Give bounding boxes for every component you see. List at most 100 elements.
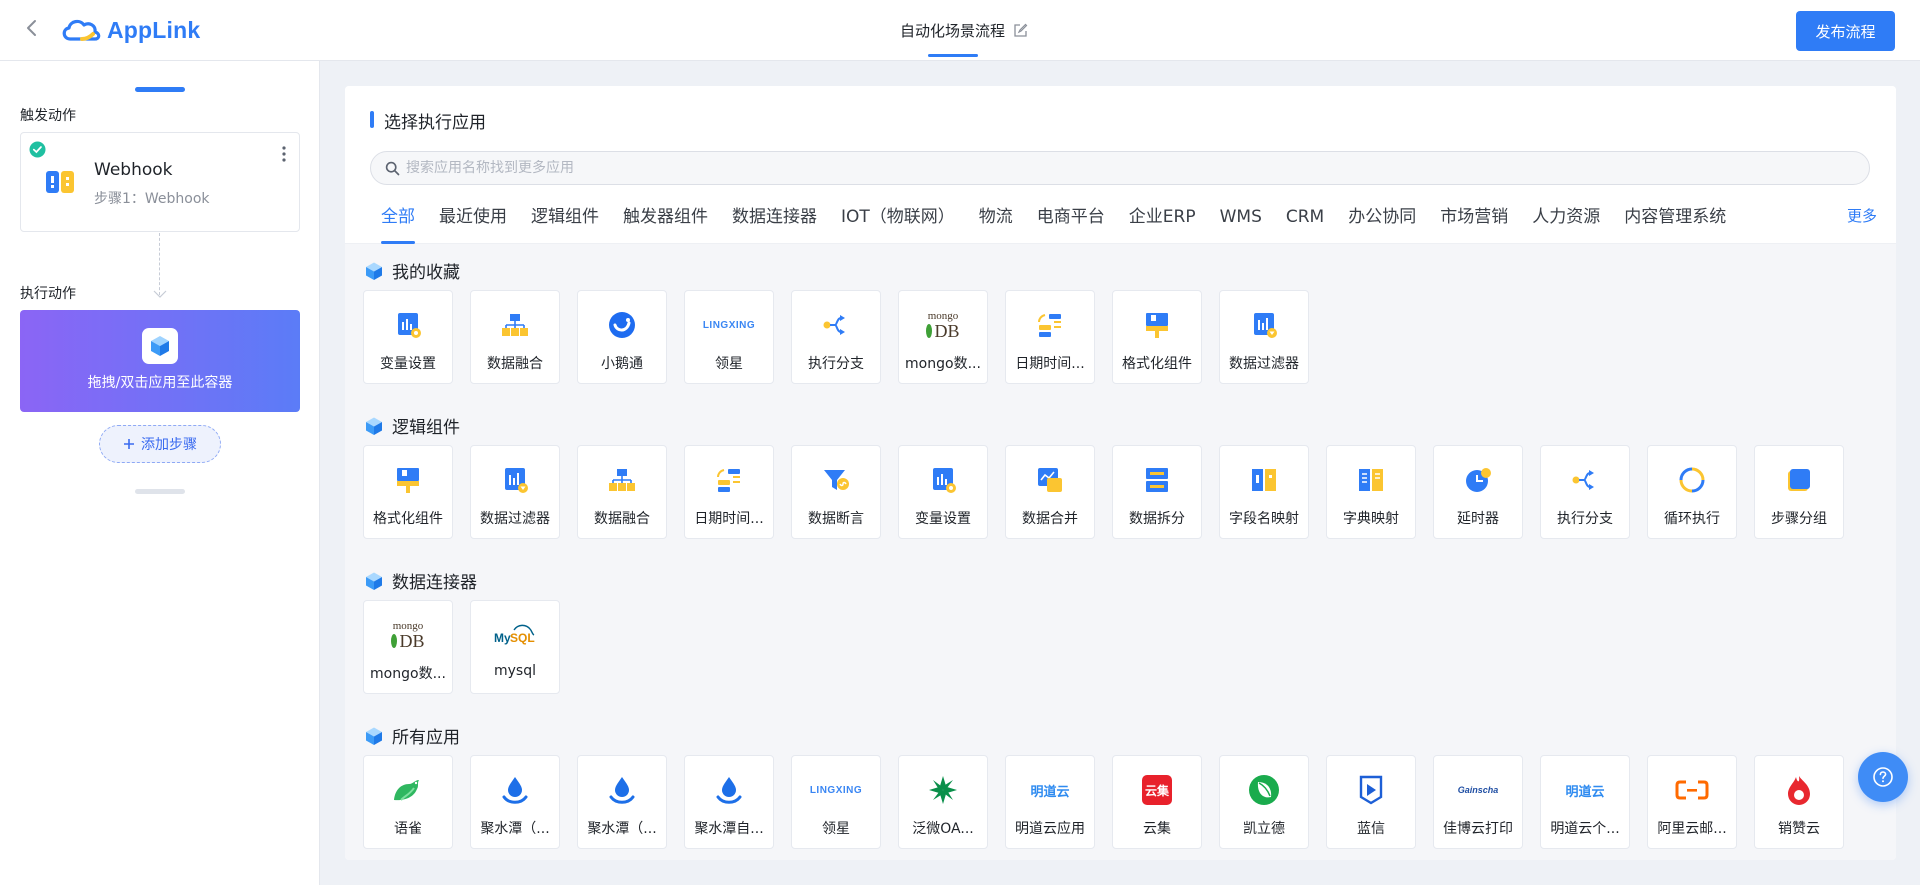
app-tile-label: 步骤分组 (1771, 511, 1827, 527)
group-title-connectors: 数据连接器 (364, 568, 477, 593)
mingdao-logo: 明道云 (1541, 772, 1629, 808)
app-tile-label: 凯立德 (1243, 821, 1285, 837)
app-tile-label: mysql (494, 663, 536, 679)
app-tile[interactable]: 变量设置 (363, 290, 453, 384)
filter-icon (471, 462, 559, 498)
logo-text: mongo DB (926, 309, 960, 341)
app-tile[interactable]: 数据拆分 (1112, 445, 1202, 539)
add-step-button[interactable]: 添加步骤 (99, 425, 221, 463)
app-tile[interactable]: mongo DB mongo数... (898, 290, 988, 384)
weaver-logo (899, 772, 987, 808)
app-tile[interactable]: 数据融合 (577, 445, 667, 539)
tab-11[interactable]: 办公协同 (1336, 204, 1428, 244)
app-tile[interactable]: 蓝信 (1326, 755, 1416, 849)
applink-logo[interactable]: AppLink (60, 14, 200, 46)
exec-section-label: 执行动作 (20, 286, 76, 302)
app-tile[interactable]: 日期时间... (684, 445, 774, 539)
app-search-box[interactable] (370, 151, 1870, 185)
exec-drop-container[interactable]: 拖拽/双击应用至此容器 (20, 310, 300, 412)
cloud-logo-icon (62, 19, 101, 41)
app-tile-label: 循环执行 (1664, 511, 1720, 527)
tab-0[interactable]: 全部 (370, 204, 427, 244)
app-tile-label: 数据融合 (594, 511, 650, 527)
app-tile-label: 变量设置 (915, 511, 971, 527)
app-tile[interactable]: 明道云 明道云个... (1540, 755, 1630, 849)
tab-1[interactable]: 最近使用 (427, 204, 519, 244)
yunji-logo: 云集 (1113, 772, 1201, 808)
app-tile[interactable]: 数据过滤器 (1219, 290, 1309, 384)
tab-4[interactable]: 数据连接器 (720, 204, 829, 244)
app-tile[interactable]: 泛微OA... (898, 755, 988, 849)
app-tile[interactable]: 阿里云邮... (1647, 755, 1737, 849)
app-tile-label: 领星 (822, 821, 850, 837)
more-categories-link[interactable]: 更多 (1847, 205, 1877, 226)
app-tile-label: 泛微OA... (912, 821, 974, 837)
app-tile[interactable]: 数据融合 (470, 290, 560, 384)
edit-icon[interactable] (1013, 23, 1028, 38)
tab-6[interactable]: 物流 (967, 204, 1025, 244)
group-icon (1755, 462, 1843, 498)
app-tile[interactable]: 销赞云 (1754, 755, 1844, 849)
tab-7[interactable]: 电商平台 (1025, 204, 1117, 244)
app-tile[interactable]: 执行分支 (791, 290, 881, 384)
back-arrow-icon[interactable] (22, 18, 42, 38)
app-search-input[interactable] (406, 160, 1846, 176)
bottom-drag-handle[interactable] (135, 489, 185, 494)
app-tile[interactable]: 聚水潭（... (470, 755, 560, 849)
app-selector-header: 选择执行应用 全部最近使用逻辑组件触发器组件数据连接器IOT（物联网）物流电商平… (345, 86, 1896, 244)
app-tile[interactable]: 数据断言 (791, 445, 881, 539)
app-tile[interactable]: 字段名映射 (1219, 445, 1309, 539)
app-tile[interactable]: 明道云 明道云应用 (1005, 755, 1095, 849)
app-tile[interactable]: 步骤分组 (1754, 445, 1844, 539)
tab-3[interactable]: 触发器组件 (611, 204, 720, 244)
app-tile-label: 字典映射 (1343, 511, 1399, 527)
app-tile[interactable]: 聚水潭（... (577, 755, 667, 849)
group-title-text: 数据连接器 (392, 573, 477, 593)
variable-icon (899, 462, 987, 498)
tab-9[interactable]: WMS (1208, 204, 1274, 244)
app-tile[interactable]: 云集 云集 (1112, 755, 1202, 849)
app-tile[interactable]: LINGXING 领星 (684, 290, 774, 384)
app-tile[interactable]: 聚水潭自... (684, 755, 774, 849)
tab-8[interactable]: 企业ERP (1117, 204, 1208, 244)
app-tile[interactable]: 延时器 (1433, 445, 1523, 539)
app-tile[interactable]: mongo DB mongo数... (363, 600, 453, 694)
app-tile[interactable]: 语雀 (363, 755, 453, 849)
app-tile[interactable]: 格式化组件 (363, 445, 453, 539)
app-tile[interactable]: 格式化组件 (1112, 290, 1202, 384)
help-button[interactable] (1858, 752, 1908, 802)
app-tile-label: 明道云应用 (1015, 821, 1085, 837)
branch-icon (792, 307, 880, 343)
tab-13[interactable]: 人力资源 (1520, 204, 1612, 244)
svg-text:My: My (494, 631, 511, 645)
app-tile[interactable]: 数据合并 (1005, 445, 1095, 539)
flow-title[interactable]: 自动化场景流程 (900, 20, 1028, 41)
lanxin-logo (1327, 772, 1415, 808)
tab-12[interactable]: 市场营销 (1428, 204, 1520, 244)
app-tile[interactable]: My SQL mysql (470, 600, 560, 694)
app-tile[interactable]: 小鹅通 (577, 290, 667, 384)
trigger-step-card[interactable]: Webhook 步骤1：Webhook (20, 132, 300, 232)
app-tile[interactable]: 变量设置 (898, 445, 988, 539)
tab-5[interactable]: IOT（物联网） (829, 204, 967, 244)
app-tile[interactable]: 执行分支 (1540, 445, 1630, 539)
logic-row: 格式化组件 数据过滤器 数据融合 日期时间... 数据断言 变量设置 数据合并 数据拆分 字段名… (363, 445, 1844, 539)
tab-2[interactable]: 逻辑组件 (519, 204, 611, 244)
logo-text: 明道云 (1565, 784, 1605, 800)
mongodb-logo: mongo DB (899, 307, 987, 343)
app-tile[interactable]: LINGXING 领星 (791, 755, 881, 849)
app-tile[interactable]: 循环执行 (1647, 445, 1737, 539)
app-tile[interactable]: 凯立德 (1219, 755, 1309, 849)
app-tile[interactable]: 数据过滤器 (470, 445, 560, 539)
publish-button[interactable]: 发布流程 (1796, 11, 1895, 51)
panel-drag-handle[interactable] (135, 87, 185, 92)
formatter-icon (1113, 307, 1201, 343)
app-tile[interactable]: 字典映射 (1326, 445, 1416, 539)
app-tile[interactable]: 日期时间... (1005, 290, 1095, 384)
search-icon (385, 161, 400, 175)
tab-10[interactable]: CRM (1274, 204, 1336, 244)
tab-14[interactable]: 内容管理系统 (1612, 204, 1738, 244)
app-tile[interactable]: Gainscha 佳博云打印 (1433, 755, 1523, 849)
more-vertical-icon[interactable] (277, 145, 291, 163)
app-tile-label: 数据过滤器 (1229, 356, 1299, 372)
